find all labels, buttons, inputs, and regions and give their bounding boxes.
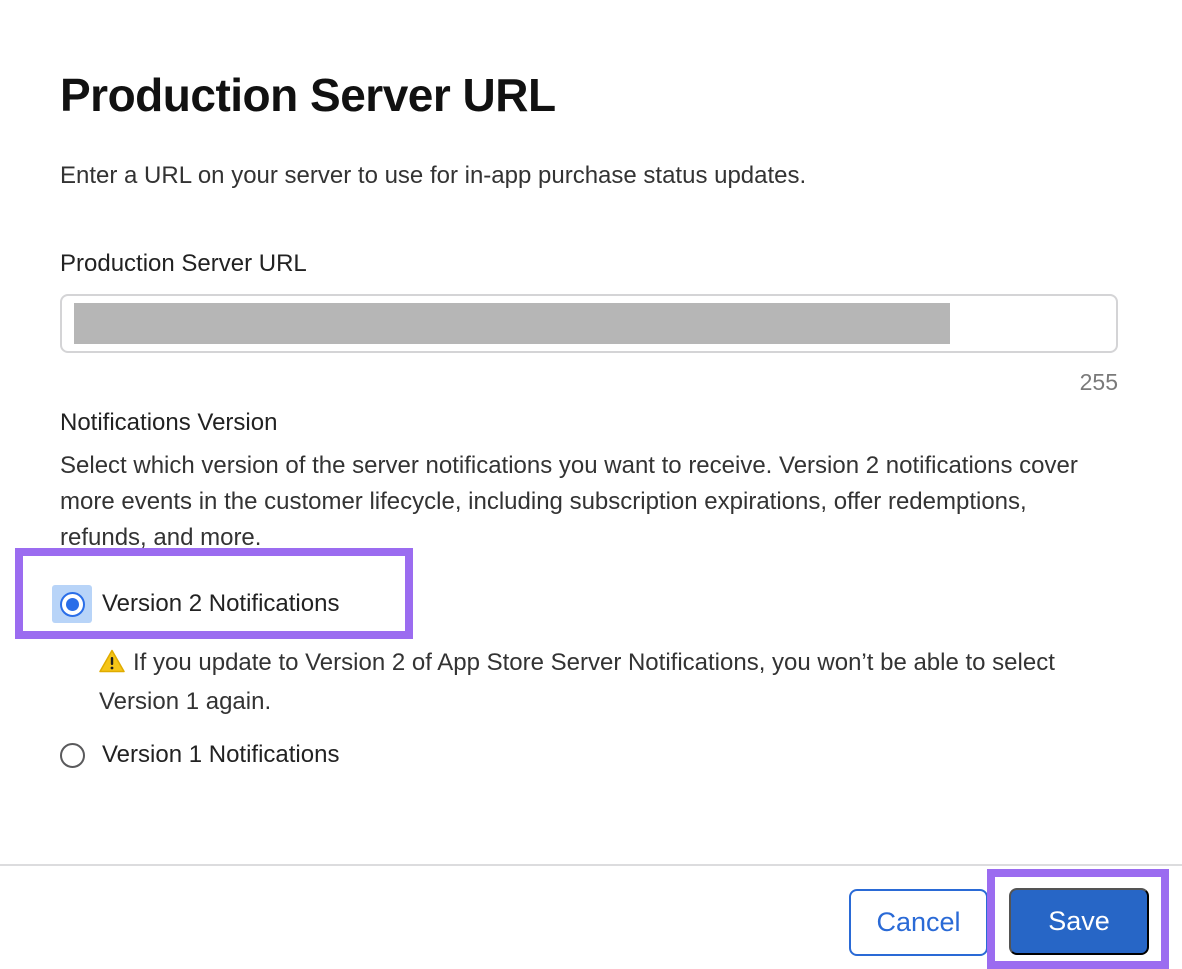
radio-option-version-2[interactable]: Version 2 Notifications [52,585,339,623]
radio-button-version-2[interactable] [59,591,85,617]
dialog-description: Enter a URL on your server to use for in… [60,162,807,189]
footer-divider [0,864,1182,866]
url-field-label: Production Server URL [60,250,307,277]
notifications-version-label: Notifications Version [60,409,278,436]
cancel-button[interactable]: Cancel [849,889,988,956]
warning-text: If you update to Version 2 of App Store … [99,649,1055,715]
notifications-version-description: Select which version of the server notif… [60,452,1078,551]
radio-button-version-1[interactable] [60,742,85,768]
warning-triangle-icon [99,648,125,684]
radio-label-version-2: Version 2 Notifications [102,590,340,617]
char-count: 255 [1079,369,1118,395]
radio-option-version-1[interactable]: Version 1 Notifications [60,741,339,769]
production-url-input[interactable] [60,294,1118,353]
save-button[interactable]: Save [1009,888,1149,955]
dialog-title: Production Server URL [60,69,556,121]
redacted-url-value [74,303,950,344]
radio-label-version-1: Version 1 Notifications [102,741,340,768]
radio-focus-ring [52,585,92,623]
version-warning: If you update to Version 2 of App Store … [99,645,1129,720]
